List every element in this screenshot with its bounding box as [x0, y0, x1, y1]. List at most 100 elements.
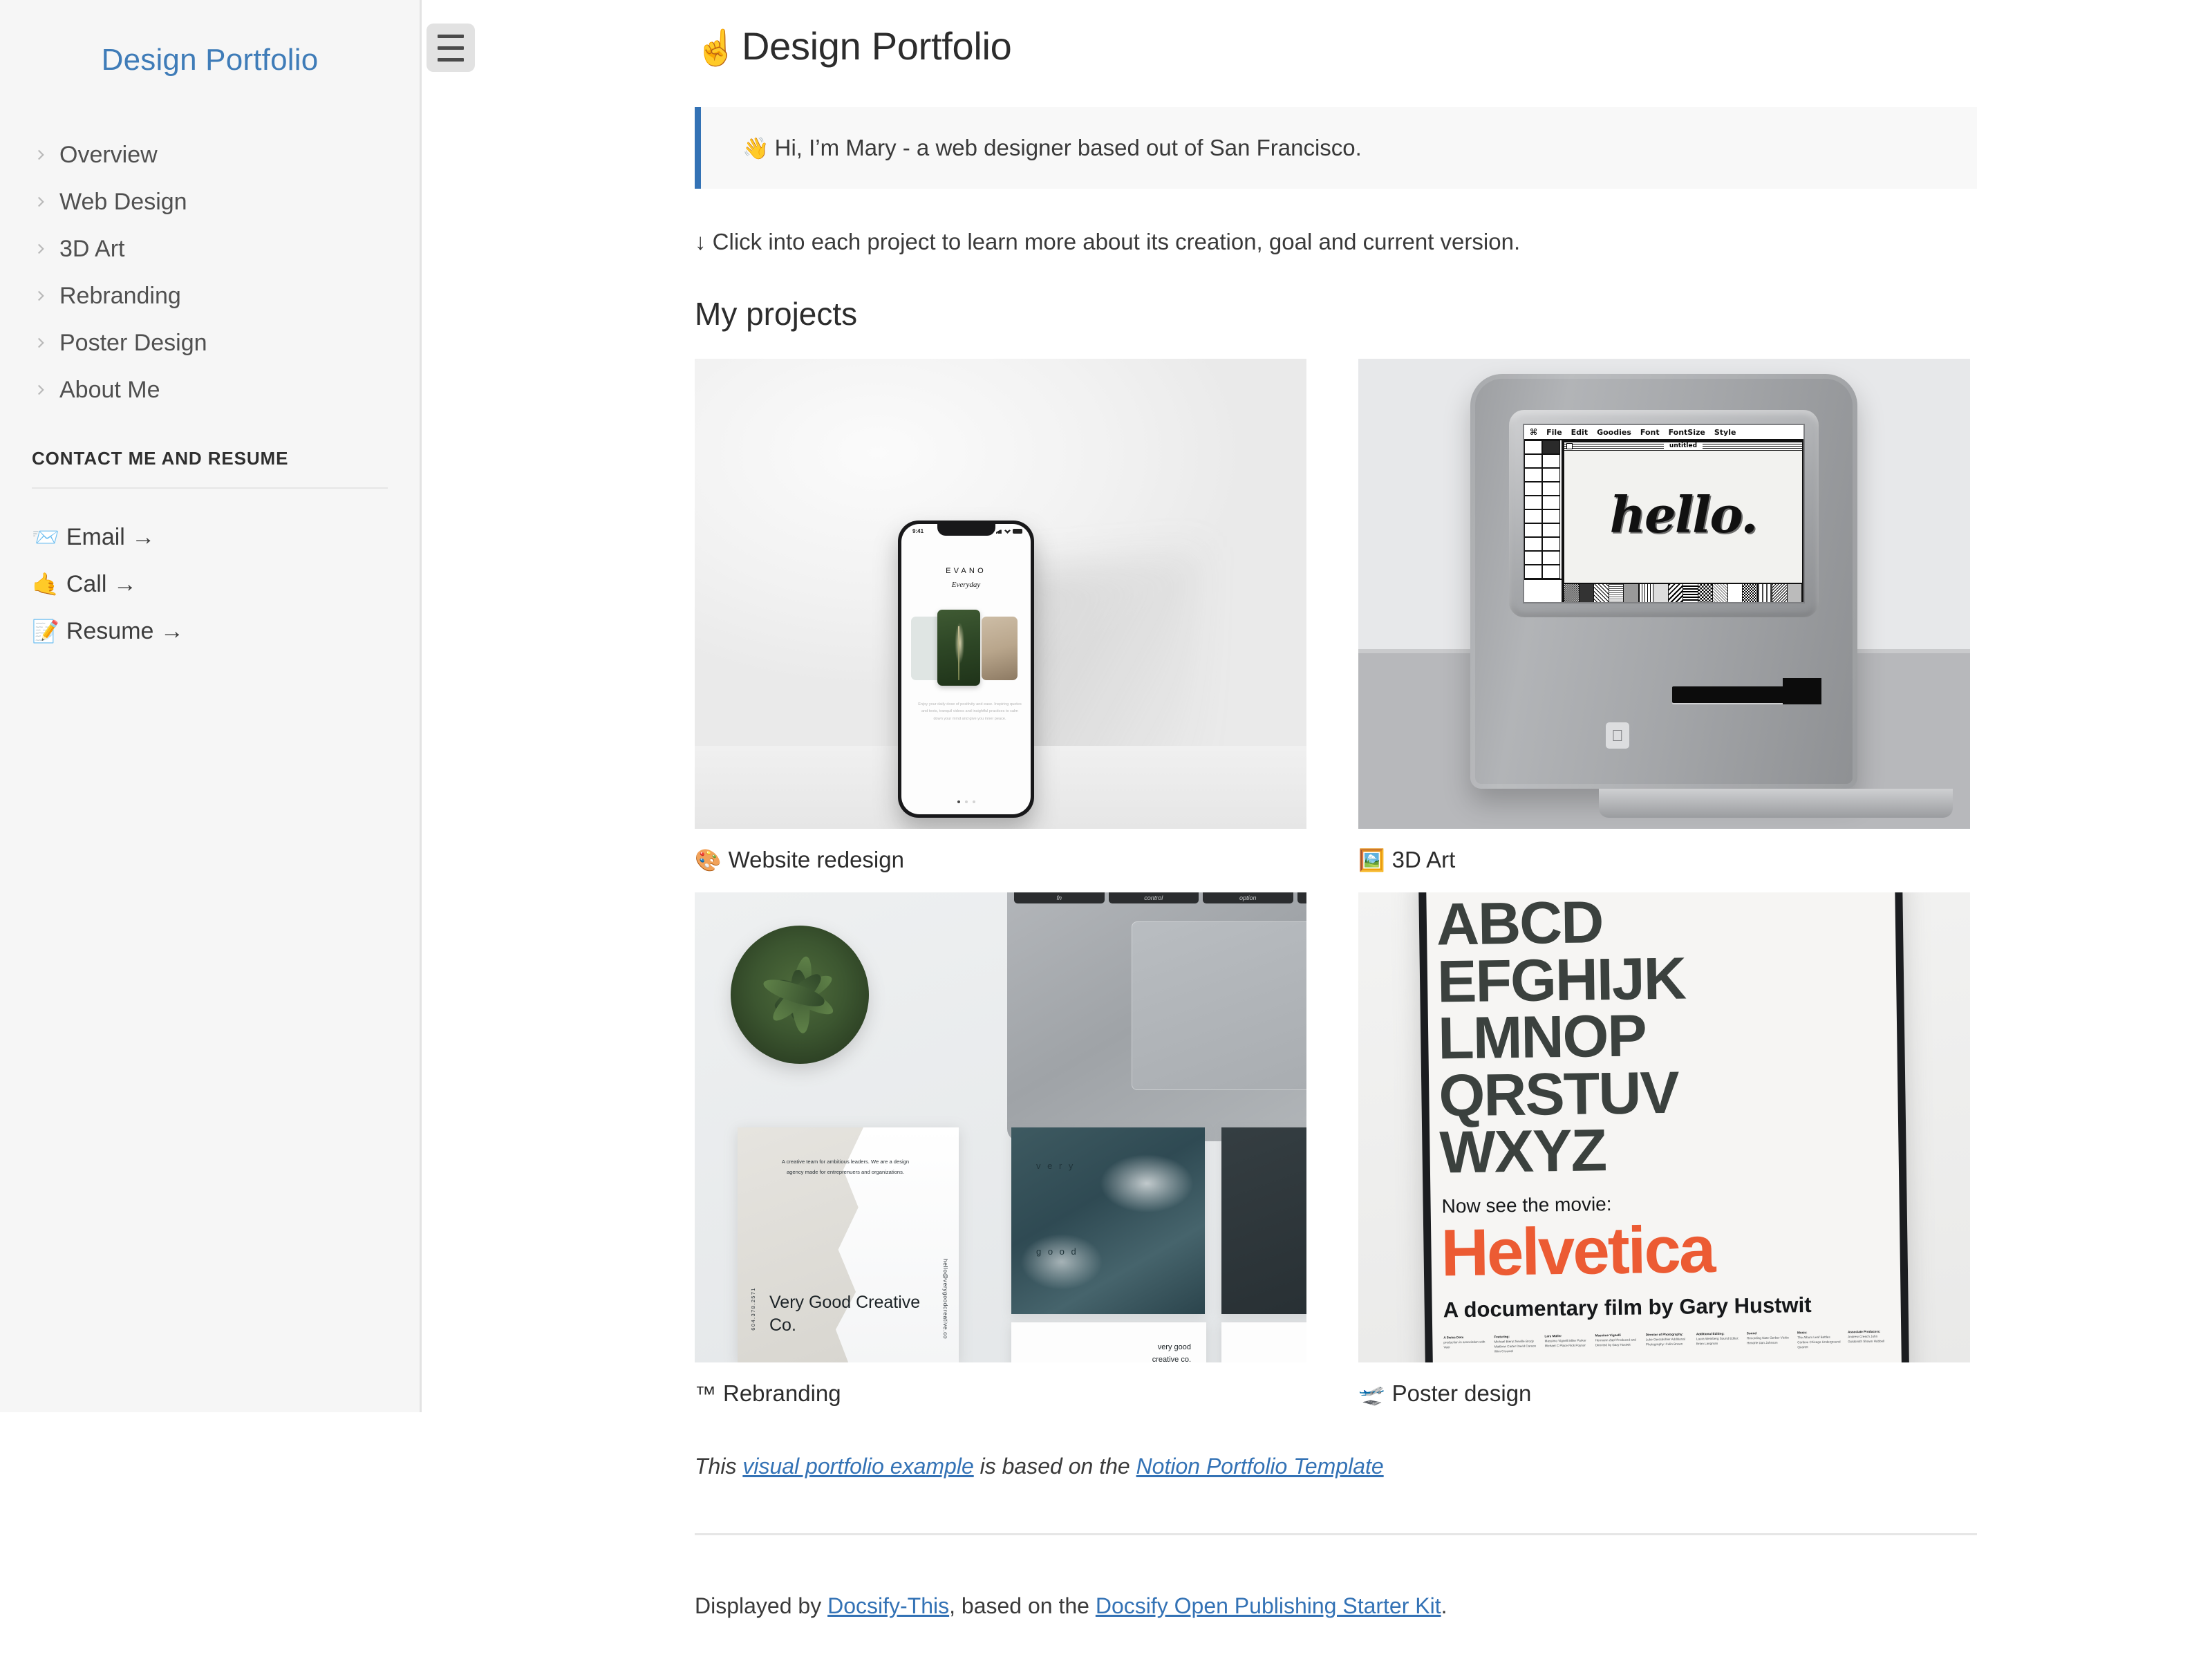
project-caption-text: Rebranding	[723, 1380, 841, 1406]
brochure-email-vertical: hello@verygoodcreative.co	[942, 1258, 949, 1339]
contact-item-resume[interactable]: 📝 Resume →	[0, 608, 420, 655]
macpaint-pattern-preview	[1524, 579, 1562, 602]
sidebar-item-label: Overview	[59, 141, 158, 168]
credits-column: Sound Recording Nate Gerber Vickie Hendri…	[1746, 1331, 1789, 1345]
macintosh-base	[1599, 789, 1953, 818]
project-thumbnail-phone-mockup[interactable]: 9:41 EVANO Everyday Enjoy your daily dos…	[695, 359, 1306, 829]
poster-subtitle: A documentary film by Gary Hustwit	[1443, 1292, 1812, 1322]
contact-item-email[interactable]: 📨 Email →	[0, 514, 420, 561]
grass-stalk	[958, 626, 959, 680]
intro-blockquote: 👋 Hi, I’m Mary - a web designer based out…	[695, 107, 1977, 189]
project-caption-text: 3D Art	[1391, 847, 1456, 872]
credit-link-visual-portfolio[interactable]: visual portfolio example	[742, 1454, 973, 1479]
canvas-artwork-text: hello.	[1609, 485, 1759, 544]
wifi-icon	[1004, 529, 1011, 534]
credit-middle: is based on the	[973, 1454, 1136, 1479]
project-caption: ™ Rebranding	[695, 1380, 1306, 1407]
key-control: control	[1108, 892, 1199, 903]
call-me-hand-icon: 🤙	[32, 572, 59, 597]
project-caption-text: Website redesign	[728, 847, 904, 872]
footer-link-docsify-this[interactable]: Docsify-This	[827, 1593, 949, 1618]
ocean-word-good: g o o d	[1036, 1246, 1078, 1257]
project-card-website-redesign[interactable]: 9:41 EVANO Everyday Enjoy your daily dos…	[695, 359, 1306, 873]
intro-quote-text: Hi, I’m Mary - a web designer based out …	[774, 135, 1362, 160]
macpaint-canvas: hello.	[1563, 451, 1803, 584]
sidebar-item-web-design[interactable]: Web Design	[0, 178, 420, 225]
credits-column: Additional Editing: Laura Weinberg Sound …	[1696, 1331, 1739, 1346]
carousel-card-center	[937, 610, 980, 686]
project-thumbnail-brand-flatlay[interactable]: fn control option command	[695, 892, 1306, 1362]
floppy-drive-slot-extra	[1783, 678, 1821, 704]
close-box-icon	[1566, 443, 1573, 449]
brush-tool-icon	[1524, 482, 1542, 496]
footer-link-starter-kit[interactable]: Docsify Open Publishing Starter Kit	[1096, 1593, 1441, 1618]
sidebar-item-about-me[interactable]: About Me	[0, 366, 420, 413]
project-caption: 🖼️ 3D Art	[1358, 847, 1970, 873]
contact-item-label: Email →	[66, 523, 156, 550]
polygon-fill-tool-icon	[1542, 565, 1560, 579]
brochure-copy: A creative team for ambitious leaders. W…	[781, 1159, 910, 1176]
menu-item-fontsize: FontSize	[1668, 427, 1705, 437]
airplane-departure-icon: 🛫	[1358, 1381, 1385, 1406]
polygon-tool-icon	[1524, 565, 1542, 579]
alphabet-row: EFGHIJK	[1436, 945, 1686, 1015]
business-card-front: very goodcreative co. Nick Adams Managin…	[1011, 1322, 1206, 1362]
sidebar-title[interactable]: Design Portfolio	[0, 43, 420, 77]
alphabet-row: WXYZ	[1438, 1117, 1606, 1186]
credits-column: Massimo Vignelli Hermann Zapf Produced an…	[1595, 1333, 1636, 1347]
alphabet-row: QRSTUV	[1438, 1059, 1679, 1130]
contact-item-label: Resume →	[66, 617, 184, 644]
chevron-right-icon	[32, 381, 50, 399]
sidebar-item-label: Web Design	[59, 188, 187, 215]
click-hint-text: ↓ Click into each project to learn more …	[695, 229, 1521, 254]
sidebar: Design Portfolio Overview Web Design 3D …	[0, 0, 422, 1412]
poster-title: Helvetica	[1440, 1212, 1714, 1291]
contact-item-call[interactable]: 🤙 Call →	[0, 561, 420, 608]
sidebar-item-poster-design[interactable]: Poster Design	[0, 319, 420, 366]
sidebar-item-overview[interactable]: Overview	[0, 131, 420, 178]
apple-logo-icon: ⌘	[1530, 427, 1538, 437]
project-thumbnail-helvetica-poster[interactable]: ABCD EFGHIJK LMNOP QRSTUV WXYZ Now see t…	[1358, 892, 1970, 1362]
waving-hand-icon: 👋	[742, 136, 769, 160]
phone-device: 9:41 EVANO Everyday Enjoy your daily dos…	[898, 521, 1034, 818]
signal-bars-icon	[996, 529, 1002, 534]
contact-list: 📨 Email → 🤙 Call → 📝 Resume →	[0, 514, 420, 655]
framed-poster: ABCD EFGHIJK LMNOP QRSTUV WXYZ Now see t…	[1418, 892, 1910, 1362]
macpaint-toolbar	[1524, 440, 1563, 602]
hand-tool-icon	[1524, 454, 1542, 468]
project-card-3d-art[interactable]: ⌘ File Edit Goodies Font FontSize Style	[1358, 359, 1970, 873]
macintosh-body: ⌘ File Edit Goodies Font FontSize Style	[1470, 374, 1953, 818]
carousel-dots	[901, 800, 1031, 803]
credits-column: Music: The Album Leaf Battles Caribou Chi…	[1797, 1330, 1841, 1349]
main-content: ☝️ Design Portfolio 👋 Hi, I’m Mary - a web…	[695, 0, 1977, 1641]
poster-credits-block: A Swiss Dots production in association wi…	[1443, 1329, 1891, 1354]
sidebar-item-label: Rebranding	[59, 282, 181, 309]
alphabet-row: LMNOP	[1437, 1002, 1647, 1072]
projects-heading: My projects	[695, 296, 858, 332]
laptop-keyboard-row: fn control option command	[1007, 892, 1306, 903]
laptop-trackpad	[1132, 921, 1306, 1090]
carousel-card-right	[982, 617, 1018, 680]
memo-icon: 📝	[32, 619, 59, 644]
fill-tool-icon	[1524, 468, 1542, 482]
app-carousel	[901, 610, 1031, 686]
marquee-tool-icon	[1542, 440, 1560, 454]
spray-tool-icon	[1542, 468, 1560, 482]
contact-item-label: Call →	[66, 570, 137, 597]
poster-alphabet: ABCD EFGHIJK LMNOP QRSTUV WXYZ	[1436, 892, 1889, 1186]
rect-outline-tool-icon	[1524, 509, 1542, 523]
menu-item-edit: Edit	[1571, 427, 1588, 437]
project-card-rebranding[interactable]: fn control option command	[695, 892, 1306, 1407]
project-caption-text: Poster design	[1391, 1380, 1532, 1406]
project-grid: 9:41 EVANO Everyday Enjoy your daily dos…	[695, 359, 1977, 1407]
menu-item-font: Font	[1640, 427, 1660, 437]
sidebar-item-3d-art[interactable]: 3D Art	[0, 225, 420, 272]
project-thumbnail-vintage-mac[interactable]: ⌘ File Edit Goodies Font FontSize Style	[1358, 359, 1970, 829]
sidebar-toggle-button[interactable]	[427, 24, 475, 72]
rect-fill-tool-icon	[1542, 509, 1560, 523]
eraser-tool-icon	[1542, 496, 1560, 509]
sidebar-item-rebranding[interactable]: Rebranding	[0, 272, 420, 319]
project-card-poster-design[interactable]: ABCD EFGHIJK LMNOP QRSTUV WXYZ Now see t…	[1358, 892, 1970, 1407]
ellipse-tool-icon	[1524, 537, 1542, 551]
credit-link-notion-template[interactable]: Notion Portfolio Template	[1136, 1454, 1384, 1479]
